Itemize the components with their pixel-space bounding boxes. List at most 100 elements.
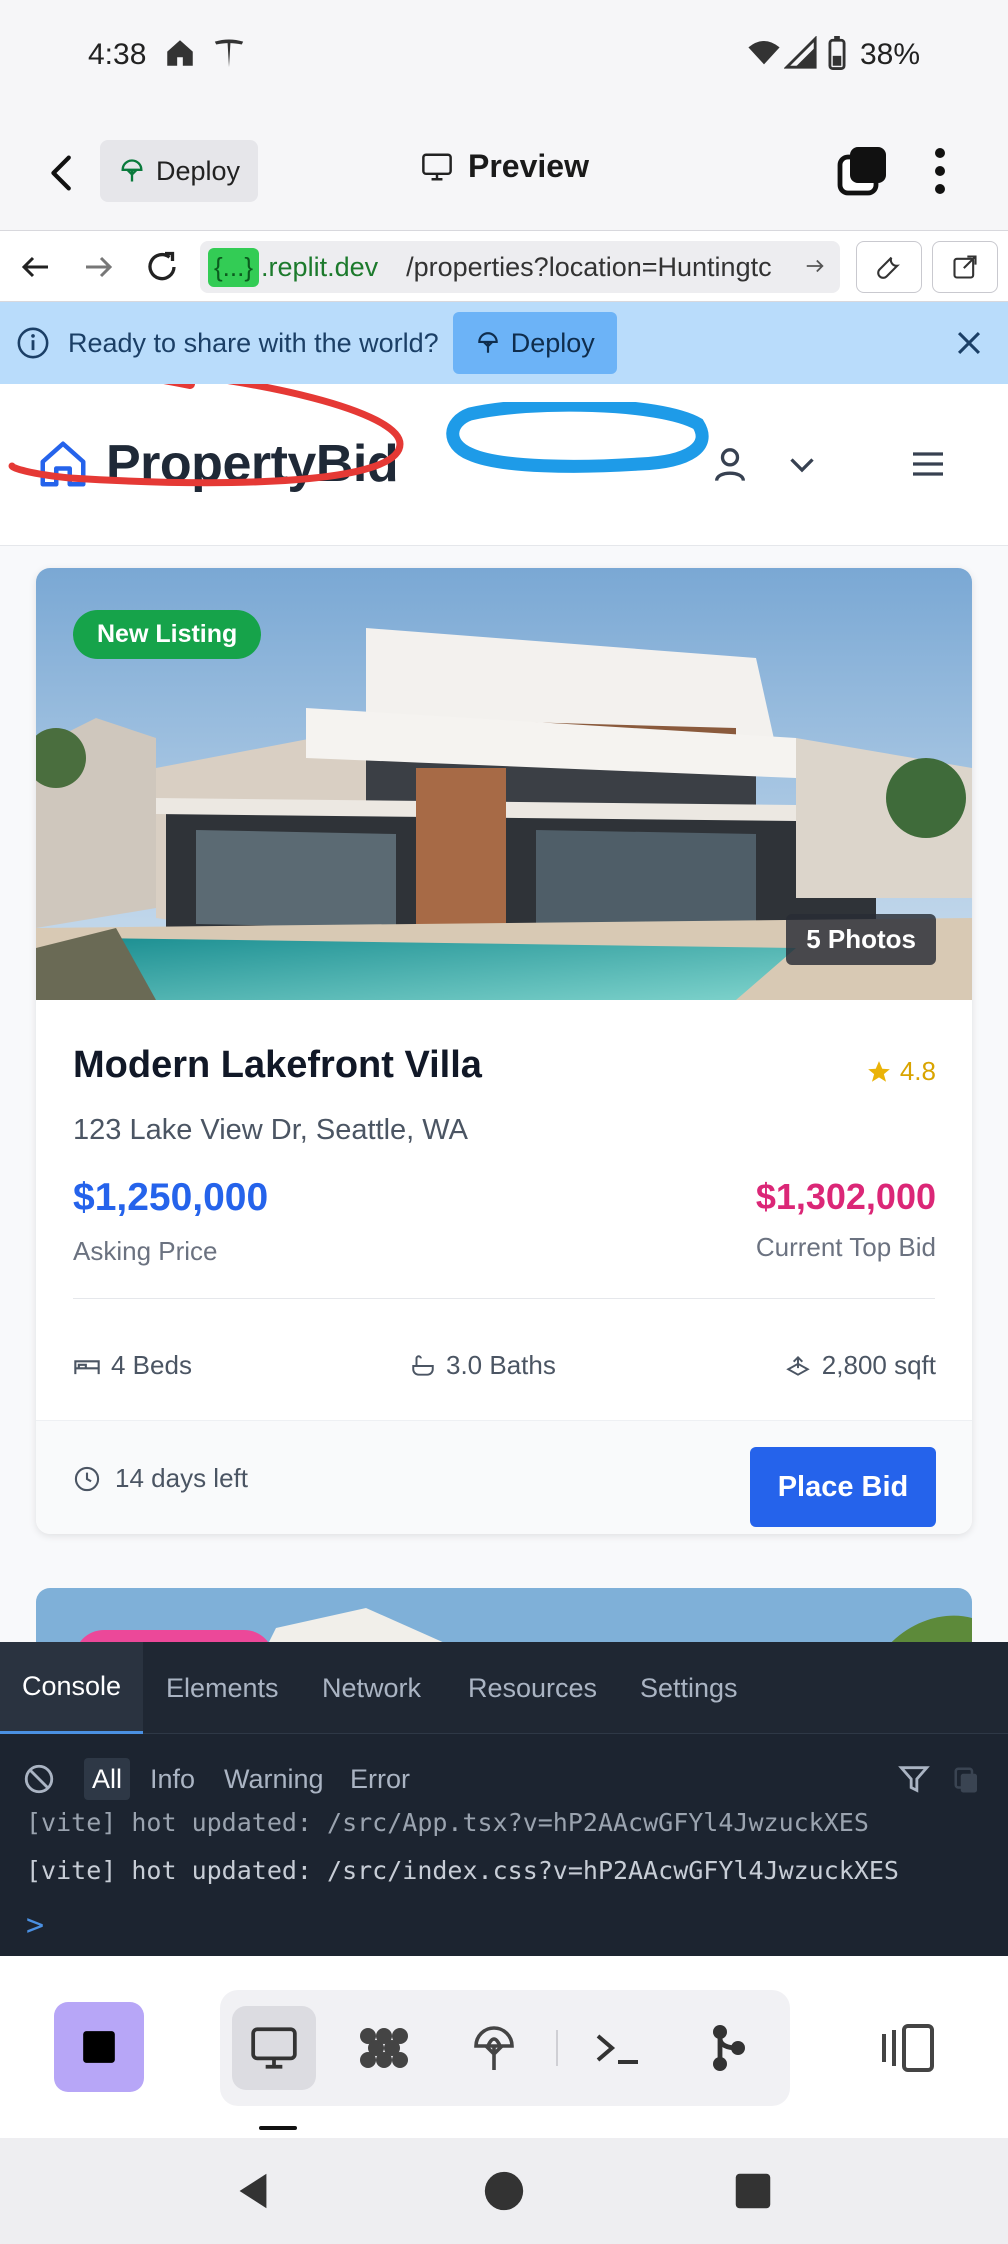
listing-rating: 4.8 bbox=[866, 1056, 936, 1087]
home-icon bbox=[40, 441, 86, 487]
wrench-icon bbox=[877, 256, 900, 279]
log-line: [vite] hot updated: /src/App.tsx?v=hP2AA… bbox=[26, 1808, 869, 1837]
beds-feature: 4 Beds bbox=[73, 1350, 192, 1381]
photo-count-badge[interactable]: 5 Photos bbox=[786, 914, 936, 965]
baths-feature: 3.0 Baths bbox=[410, 1350, 556, 1381]
time-left: 14 days left bbox=[73, 1463, 248, 1494]
listing-card[interactable]: New Listing 5 Photos Modern Lakefront Vi… bbox=[36, 568, 972, 1534]
brand-logo[interactable]: PropertyBid bbox=[36, 434, 399, 494]
arrow-left-icon[interactable] bbox=[18, 249, 54, 285]
asking-price-label: Asking Price bbox=[73, 1236, 218, 1266]
close-icon[interactable] bbox=[952, 326, 986, 360]
git-tool-button[interactable] bbox=[686, 2006, 770, 2090]
listing-address: 123 Lake View Dr, Seattle, WA bbox=[73, 1114, 468, 1146]
deploy-icon bbox=[121, 159, 143, 182]
log-line: [vite] hot updated: /src/index.css?v=hP2… bbox=[26, 1856, 899, 1885]
listing-feed: New Listing 5 Photos Modern Lakefront Vi… bbox=[0, 546, 1008, 1642]
filter-error[interactable]: Error bbox=[350, 1758, 410, 1800]
active-tool-indicator bbox=[259, 2126, 297, 2130]
url-input[interactable]: {...} .replit.dev /properties?location=H… bbox=[200, 241, 840, 293]
wifi-icon bbox=[748, 40, 780, 65]
blue-scribble-annotation bbox=[446, 402, 709, 473]
banner-deploy-button[interactable]: Deploy bbox=[452, 312, 617, 374]
monitor-icon bbox=[422, 153, 452, 180]
console-prompt[interactable]: > bbox=[26, 1908, 44, 1943]
shell-tool-button[interactable] bbox=[576, 2006, 660, 2090]
preview-tool-button[interactable] bbox=[232, 2006, 316, 2090]
deploy-banner: Ready to share with the world? Deploy bbox=[0, 302, 1008, 384]
info-icon bbox=[17, 327, 49, 359]
user-icon[interactable] bbox=[710, 444, 750, 484]
nav-home-icon[interactable] bbox=[481, 2168, 527, 2214]
stop-button[interactable] bbox=[54, 2002, 144, 2092]
place-bid-button[interactable]: Place Bid bbox=[750, 1447, 936, 1527]
listing-footer: 14 days left Place Bid bbox=[36, 1420, 972, 1534]
filter-info[interactable]: Info bbox=[150, 1758, 195, 1800]
star-icon bbox=[868, 1060, 890, 1082]
divider bbox=[73, 1298, 935, 1299]
tool-group bbox=[220, 1990, 790, 2106]
more-options-icon[interactable] bbox=[924, 145, 956, 197]
deploy-tool-button[interactable] bbox=[452, 2006, 536, 2090]
signal-icon bbox=[784, 36, 817, 69]
clock-icon bbox=[74, 1466, 100, 1491]
console-tabs: Console Elements Network Resources Setti… bbox=[0, 1642, 1008, 1734]
replit-header: Deploy Preview bbox=[0, 115, 1008, 230]
monitor-icon bbox=[251, 2027, 297, 2069]
bottom-toolbar bbox=[0, 1956, 1008, 2138]
tab-resources[interactable]: Resources bbox=[468, 1642, 597, 1734]
block-icon[interactable] bbox=[22, 1762, 56, 1796]
url-host: .replit.dev bbox=[261, 251, 379, 282]
status-bar: 4:38 38% bbox=[0, 0, 1008, 115]
preview-title: Preview bbox=[420, 148, 589, 185]
url-path: /properties?location=Huntingtc bbox=[406, 251, 772, 282]
bath-icon bbox=[412, 1354, 434, 1376]
android-nav-bar bbox=[0, 2138, 1008, 2244]
brand-name: PropertyBid bbox=[106, 435, 399, 493]
divider bbox=[556, 2030, 558, 2066]
tab-elements[interactable]: Elements bbox=[166, 1642, 279, 1734]
deploy-icon bbox=[474, 2026, 514, 2070]
devtools-console: Console Elements Network Resources Setti… bbox=[0, 1642, 1008, 1956]
home-status-icon bbox=[167, 40, 193, 66]
url-bar: {...} .replit.dev /properties?location=H… bbox=[0, 230, 1008, 302]
menu-icon[interactable] bbox=[908, 444, 948, 484]
stop-icon bbox=[83, 2031, 115, 2063]
tabs-icon[interactable] bbox=[836, 145, 888, 197]
packages-icon bbox=[360, 2028, 408, 2068]
area-icon bbox=[786, 1355, 810, 1376]
layout-icon[interactable] bbox=[880, 2022, 936, 2074]
back-arrow-icon[interactable] bbox=[40, 150, 86, 196]
deploy-icon bbox=[477, 332, 498, 353]
top-bid-label: Current Top Bid bbox=[755, 1232, 936, 1262]
next-listing-photo[interactable] bbox=[36, 1588, 972, 1642]
terminal-icon bbox=[596, 2034, 638, 2064]
go-arrow-icon[interactable] bbox=[804, 255, 826, 277]
listing-title[interactable]: Modern Lakefront Villa bbox=[73, 1044, 482, 1087]
copy-icon[interactable] bbox=[952, 1764, 982, 1796]
battery-icon bbox=[828, 36, 846, 70]
packages-tool-button[interactable] bbox=[342, 2006, 426, 2090]
open-new-tab-button[interactable] bbox=[932, 241, 998, 293]
bed-icon bbox=[74, 1359, 100, 1374]
status-time: 4:38 bbox=[88, 38, 147, 71]
deploy-label: Deploy bbox=[156, 155, 241, 186]
deploy-button[interactable]: Deploy bbox=[100, 140, 258, 202]
filter-warning[interactable]: Warning bbox=[224, 1758, 324, 1800]
area-feature: 2,800 sqft bbox=[784, 1350, 936, 1381]
app-navbar: PropertyBid bbox=[0, 384, 1008, 546]
nav-recents-icon[interactable] bbox=[730, 2168, 776, 2214]
nav-back-icon[interactable] bbox=[230, 2168, 276, 2214]
devtools-button[interactable] bbox=[856, 241, 922, 293]
filter-icon[interactable] bbox=[896, 1762, 932, 1796]
tab-network[interactable]: Network bbox=[322, 1642, 421, 1734]
arrow-right-icon[interactable] bbox=[80, 249, 116, 285]
tab-settings[interactable]: Settings bbox=[640, 1642, 738, 1734]
git-icon bbox=[713, 2025, 745, 2071]
chevron-down-icon[interactable] bbox=[784, 446, 820, 482]
tab-console[interactable]: Console bbox=[0, 1642, 144, 1734]
filter-all[interactable]: All bbox=[84, 1758, 131, 1800]
battery-percent: 38% bbox=[859, 38, 920, 71]
top-bid: $1,302,000 bbox=[755, 1176, 936, 1217]
reload-icon[interactable] bbox=[144, 249, 180, 285]
